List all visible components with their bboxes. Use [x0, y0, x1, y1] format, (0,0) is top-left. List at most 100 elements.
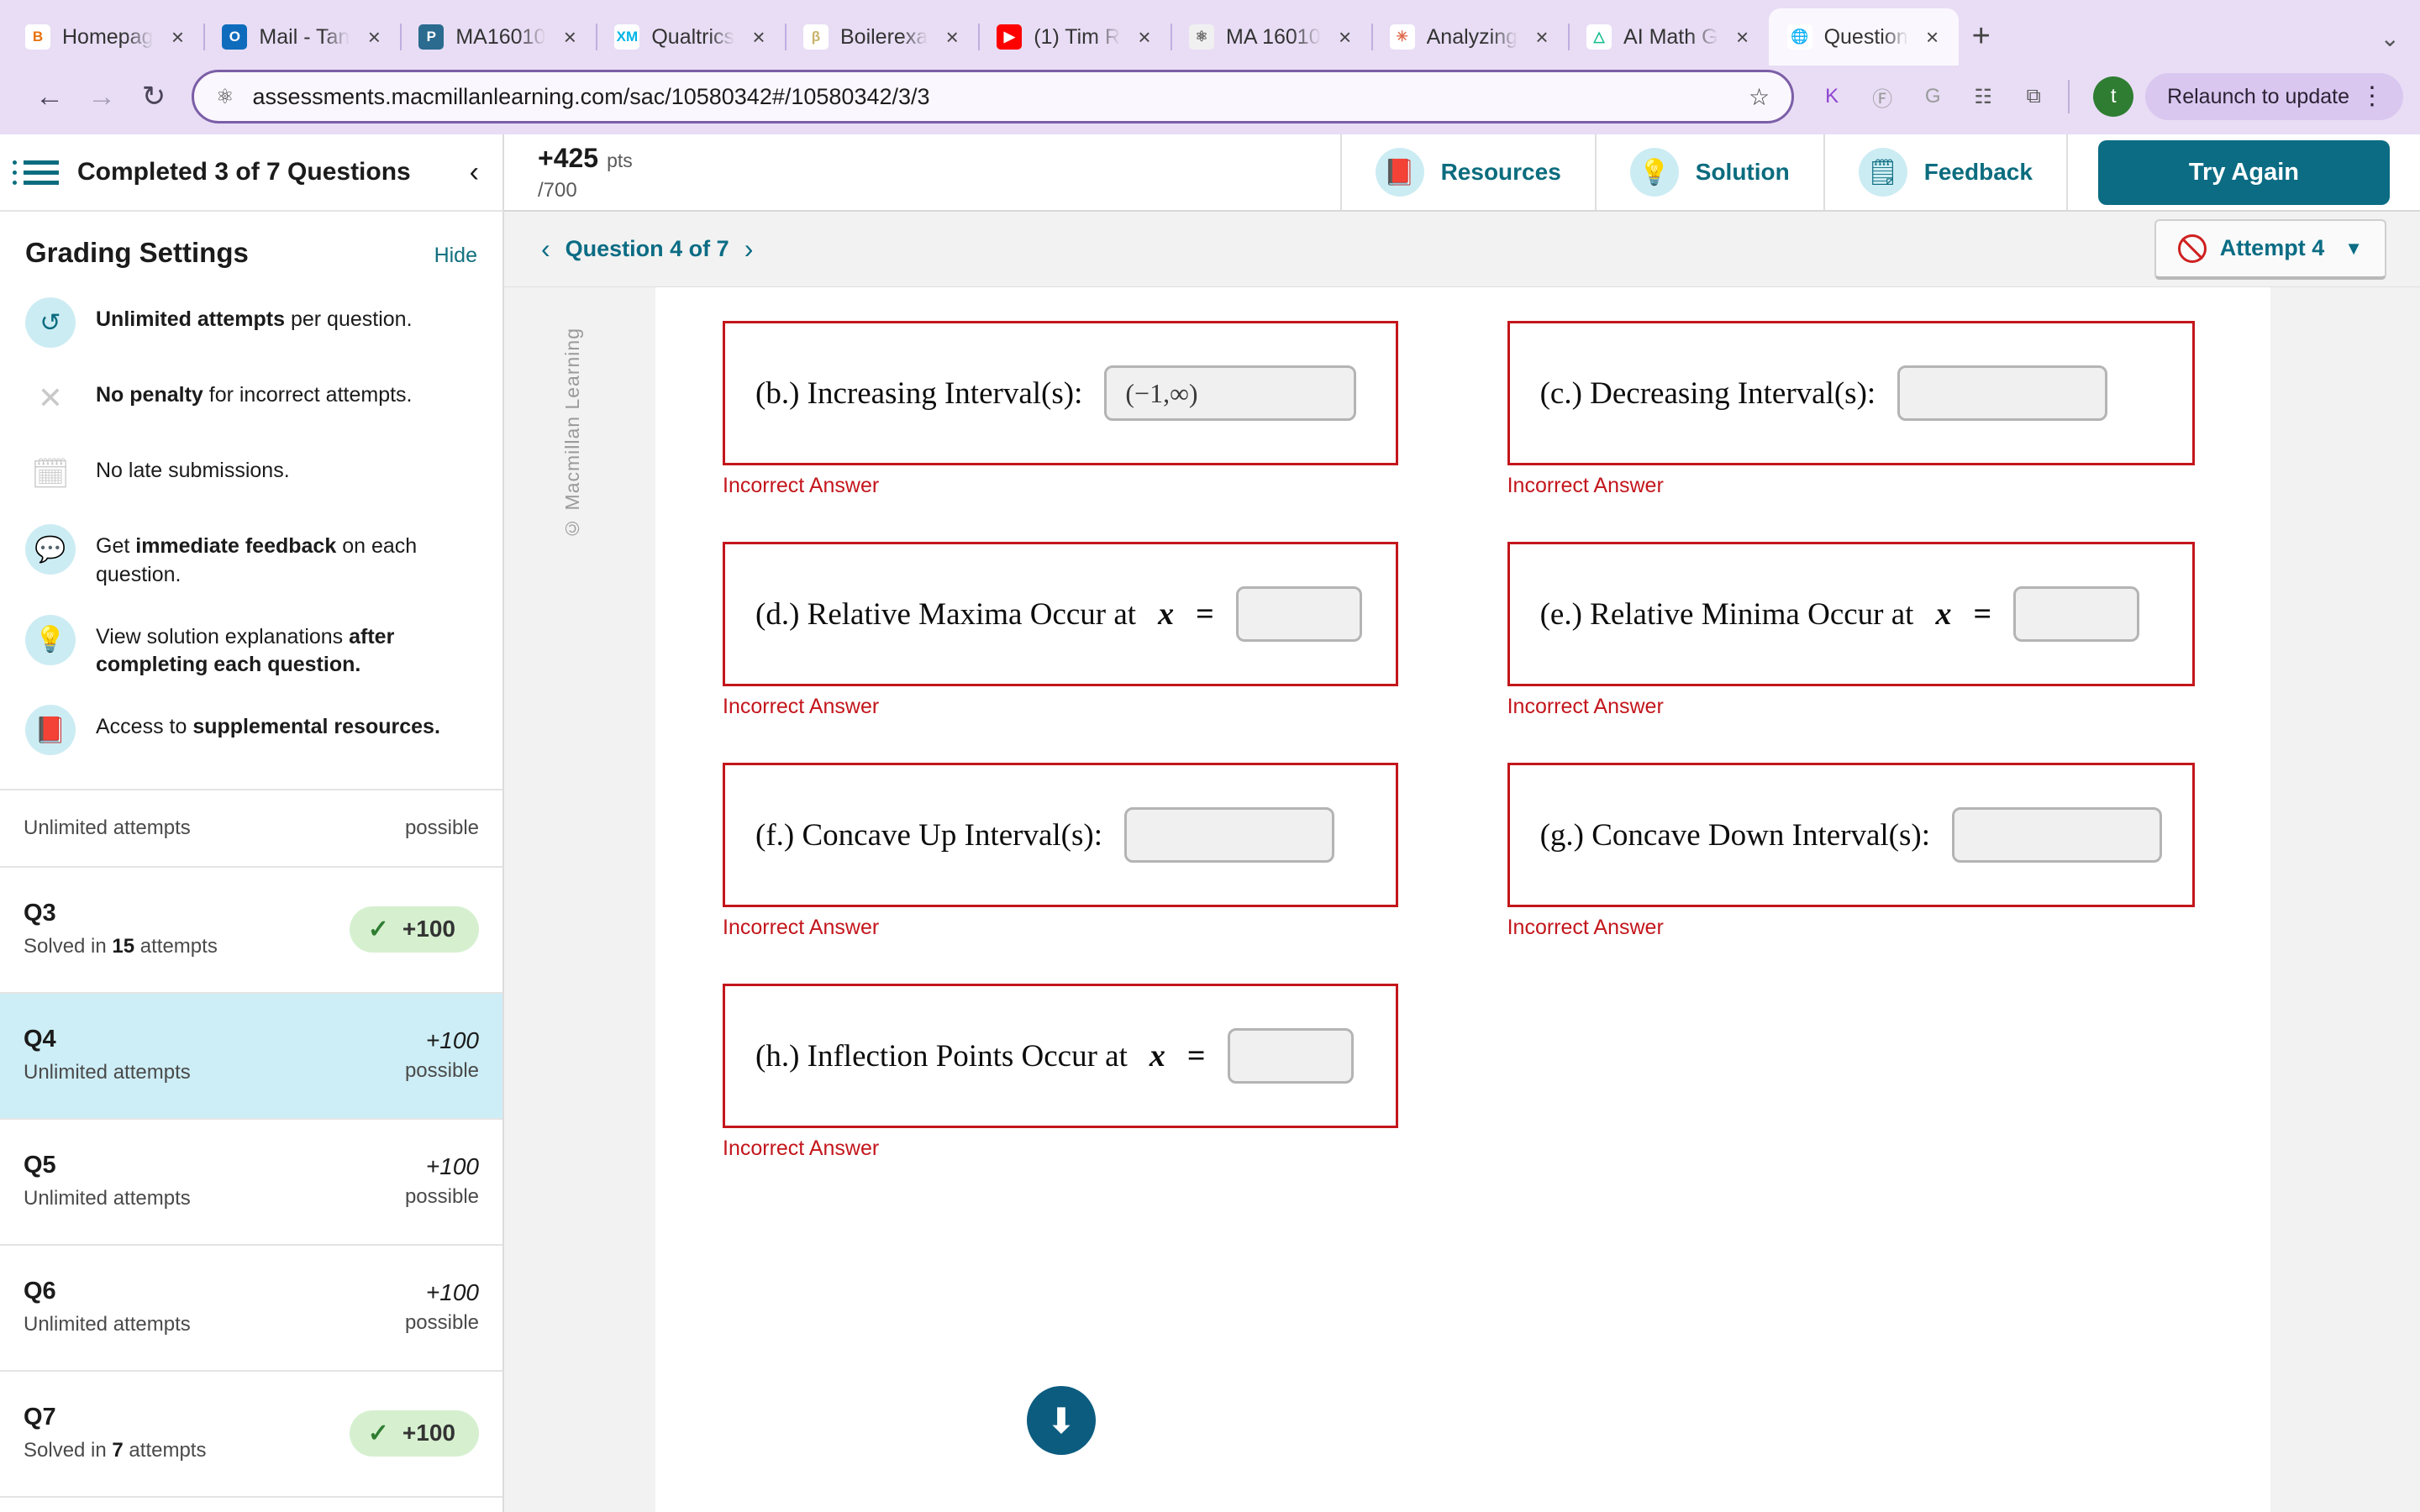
url-text[interactable]: assessments.macmillanlearning.com/sac/10…	[253, 84, 1731, 110]
subtext-pre: Solved in	[24, 1439, 113, 1462]
next-question-button[interactable]: ›	[729, 234, 769, 265]
answer-input-h[interactable]	[1227, 1028, 1354, 1084]
browser-tab[interactable]: P MA16010 ×	[400, 8, 596, 66]
browser-tab[interactable]: △ AI Math G ×	[1568, 8, 1769, 66]
collapse-sidebar-button[interactable]: ‹	[470, 156, 479, 189]
grammarly-extension-icon[interactable]: G	[1910, 74, 1955, 119]
question-list-item-q3[interactable]: Q3 Solved in 15 attempts ✓ +100	[0, 868, 502, 994]
score-badge: ✓ +100	[349, 1410, 479, 1457]
close-icon[interactable]: ×	[746, 26, 771, 48]
kami-extension-icon[interactable]: K	[1809, 74, 1854, 119]
close-icon[interactable]: ×	[361, 26, 387, 48]
chrome-menu-icon[interactable]: ⋮	[2349, 84, 2395, 109]
browser-tab[interactable]: ⚛ MA 16010 ×	[1171, 8, 1371, 66]
attempt-selector[interactable]: Attempt 4 ▼	[2154, 218, 2386, 280]
incorrect-answer-message: Incorrect Answer	[723, 474, 880, 497]
relaunch-to-update-button[interactable]: Relaunch to update ⋮	[2145, 73, 2403, 120]
chevron-down-icon[interactable]: ▼	[2344, 238, 2363, 260]
variable-x: x	[1158, 596, 1175, 632]
subtext-main: Unlimited attempts	[24, 816, 191, 839]
feedback-button[interactable]: 🗒 Feedback	[1823, 134, 2066, 210]
question-list-item-q5[interactable]: Q5 Unlimited attempts +100 possible	[0, 1120, 502, 1246]
grading-text-bold: immediate feedback	[135, 534, 337, 558]
question-list-item-q7[interactable]: Q7 Solved in 7 attempts ✓ +100	[0, 1372, 502, 1498]
part-label: (d.) Relative Maxima Occur at	[755, 596, 1137, 632]
grading-settings-header: Grading Settings Hide	[25, 237, 477, 269]
browser-tab[interactable]: B Homepag ×	[7, 8, 203, 66]
browser-tab[interactable]: β Boilerexa ×	[785, 8, 978, 66]
close-icon[interactable]: ×	[557, 26, 582, 48]
grading-text-pre: View solution explanations	[96, 624, 350, 648]
question-item-score: ✓ +100	[349, 1410, 479, 1457]
extensions-puzzle-icon[interactable]: ⧉	[2011, 74, 2056, 119]
close-icon[interactable]: ×	[939, 26, 965, 48]
close-icon[interactable]: ×	[1132, 26, 1157, 48]
question-part-d: (d.) Relative Maxima Occur at x = Incorrect…	[723, 542, 1398, 763]
relaunch-label: Relaunch to update	[2167, 84, 2349, 108]
question-part-e: (e.) Relative Minima Occur at x = Incorrect…	[1507, 542, 2195, 763]
browser-tab[interactable]: 🌐 Question ×	[1768, 8, 1959, 66]
close-icon[interactable]: ×	[1920, 26, 1945, 48]
question-item-score: possible	[405, 816, 479, 840]
question-paper: (b.) Increasing Interval(s): (−1,∞) Incorr…	[655, 287, 2270, 1512]
question-canvas: © Macmillan Learning ⬇ (b.) Increasing I…	[504, 287, 2420, 1512]
browser-tab[interactable]: O Mail - Tan ×	[203, 8, 400, 66]
close-icon[interactable]: ×	[1529, 26, 1555, 48]
close-icon[interactable]: ×	[1333, 26, 1358, 48]
question-item-subtext: Solved in 15 attempts	[24, 935, 218, 958]
tab-title: AI Math G	[1623, 24, 1718, 49]
try-again-button[interactable]: Try Again	[2097, 139, 2390, 205]
address-bar[interactable]: ⚛ assessments.macmillanlearning.com/sac/…	[192, 70, 1795, 123]
extension-icons: K Ⓕ G ☷ ⧉	[1809, 74, 2056, 119]
question-list-item-q4[interactable]: Q4 Unlimited attempts +100 possible	[0, 994, 502, 1120]
subtext-pre: Solved in	[24, 935, 113, 958]
tab-search-button[interactable]: ⌄	[2381, 24, 2400, 52]
answer-input-c[interactable]	[1897, 365, 2108, 421]
question-list-item[interactable]: Unlimited attempts possible	[0, 790, 502, 868]
site-permissions-icon[interactable]: ⚛	[216, 85, 234, 109]
answer-input-f[interactable]	[1124, 807, 1334, 863]
subtext-bold: 7	[112, 1439, 124, 1462]
subtext-post: attempts	[123, 1439, 207, 1462]
part-box: (c.) Decreasing Interval(s):	[1507, 321, 2195, 465]
back-button[interactable]: ←	[24, 71, 76, 123]
grading-setting-row: 🗓 No late submissions.	[25, 449, 477, 499]
book-icon: 📕	[25, 705, 76, 755]
forward-button[interactable]: →	[76, 71, 128, 123]
boilerexam-icon: β	[803, 24, 829, 50]
answer-input-b[interactable]: (−1,∞)	[1104, 365, 1357, 421]
tab-title: Boilerexa	[840, 24, 929, 49]
previous-question-button[interactable]: ‹	[526, 234, 566, 265]
score-possible-label: possible	[404, 1059, 479, 1082]
question-item-score: +100 possible	[405, 1279, 479, 1335]
browser-tab[interactable]: XM Qualtrics ×	[596, 8, 785, 66]
subtext-bold: 15	[112, 935, 135, 958]
generic-extension-icon[interactable]: Ⓕ	[1860, 74, 1905, 119]
grading-text-bold: No penalty	[96, 383, 203, 407]
note-icon: 🗒	[1858, 148, 1907, 197]
solution-button[interactable]: 💡 Solution	[1594, 134, 1823, 210]
part-box: (g.) Concave Down Interval(s):	[1507, 763, 2195, 907]
close-icon[interactable]: ×	[165, 26, 190, 48]
sidebar-title: Completed 3 of 7 Questions	[77, 158, 411, 186]
browser-tab[interactable]: ▶ (1) Tim R ×	[978, 8, 1171, 66]
question-list: Unlimited attempts possible Q3 Solved in 15…	[0, 790, 502, 1498]
resources-button[interactable]: 📕 Resources	[1339, 134, 1595, 210]
new-tab-button[interactable]: +	[1972, 20, 1991, 52]
answer-input-d[interactable]	[1235, 586, 1362, 642]
question-list-item-q6[interactable]: Q6 Unlimited attempts +100 possible	[0, 1246, 502, 1372]
hide-grading-settings-link[interactable]: Hide	[434, 244, 477, 268]
close-icon[interactable]: ×	[1730, 26, 1755, 48]
profile-avatar[interactable]: t	[2093, 76, 2134, 117]
browser-tab[interactable]: ✳ Analyzing ×	[1370, 8, 1568, 66]
scroll-down-button[interactable]: ⬇	[1027, 1386, 1096, 1455]
question-part-f: (f.) Concave Up Interval(s): Incorrect An…	[723, 763, 1398, 984]
question-list-icon[interactable]	[13, 160, 59, 185]
reload-button[interactable]: ↻	[128, 71, 180, 123]
question-item-text: Q5 Unlimited attempts	[24, 1152, 191, 1210]
score-possible-value: +100	[425, 1153, 479, 1179]
bookmark-star-icon[interactable]: ☆	[1749, 83, 1770, 111]
reading-list-icon[interactable]: ☷	[1960, 74, 2006, 119]
answer-input-e[interactable]	[2013, 586, 2140, 642]
answer-input-g[interactable]	[1952, 807, 2162, 863]
